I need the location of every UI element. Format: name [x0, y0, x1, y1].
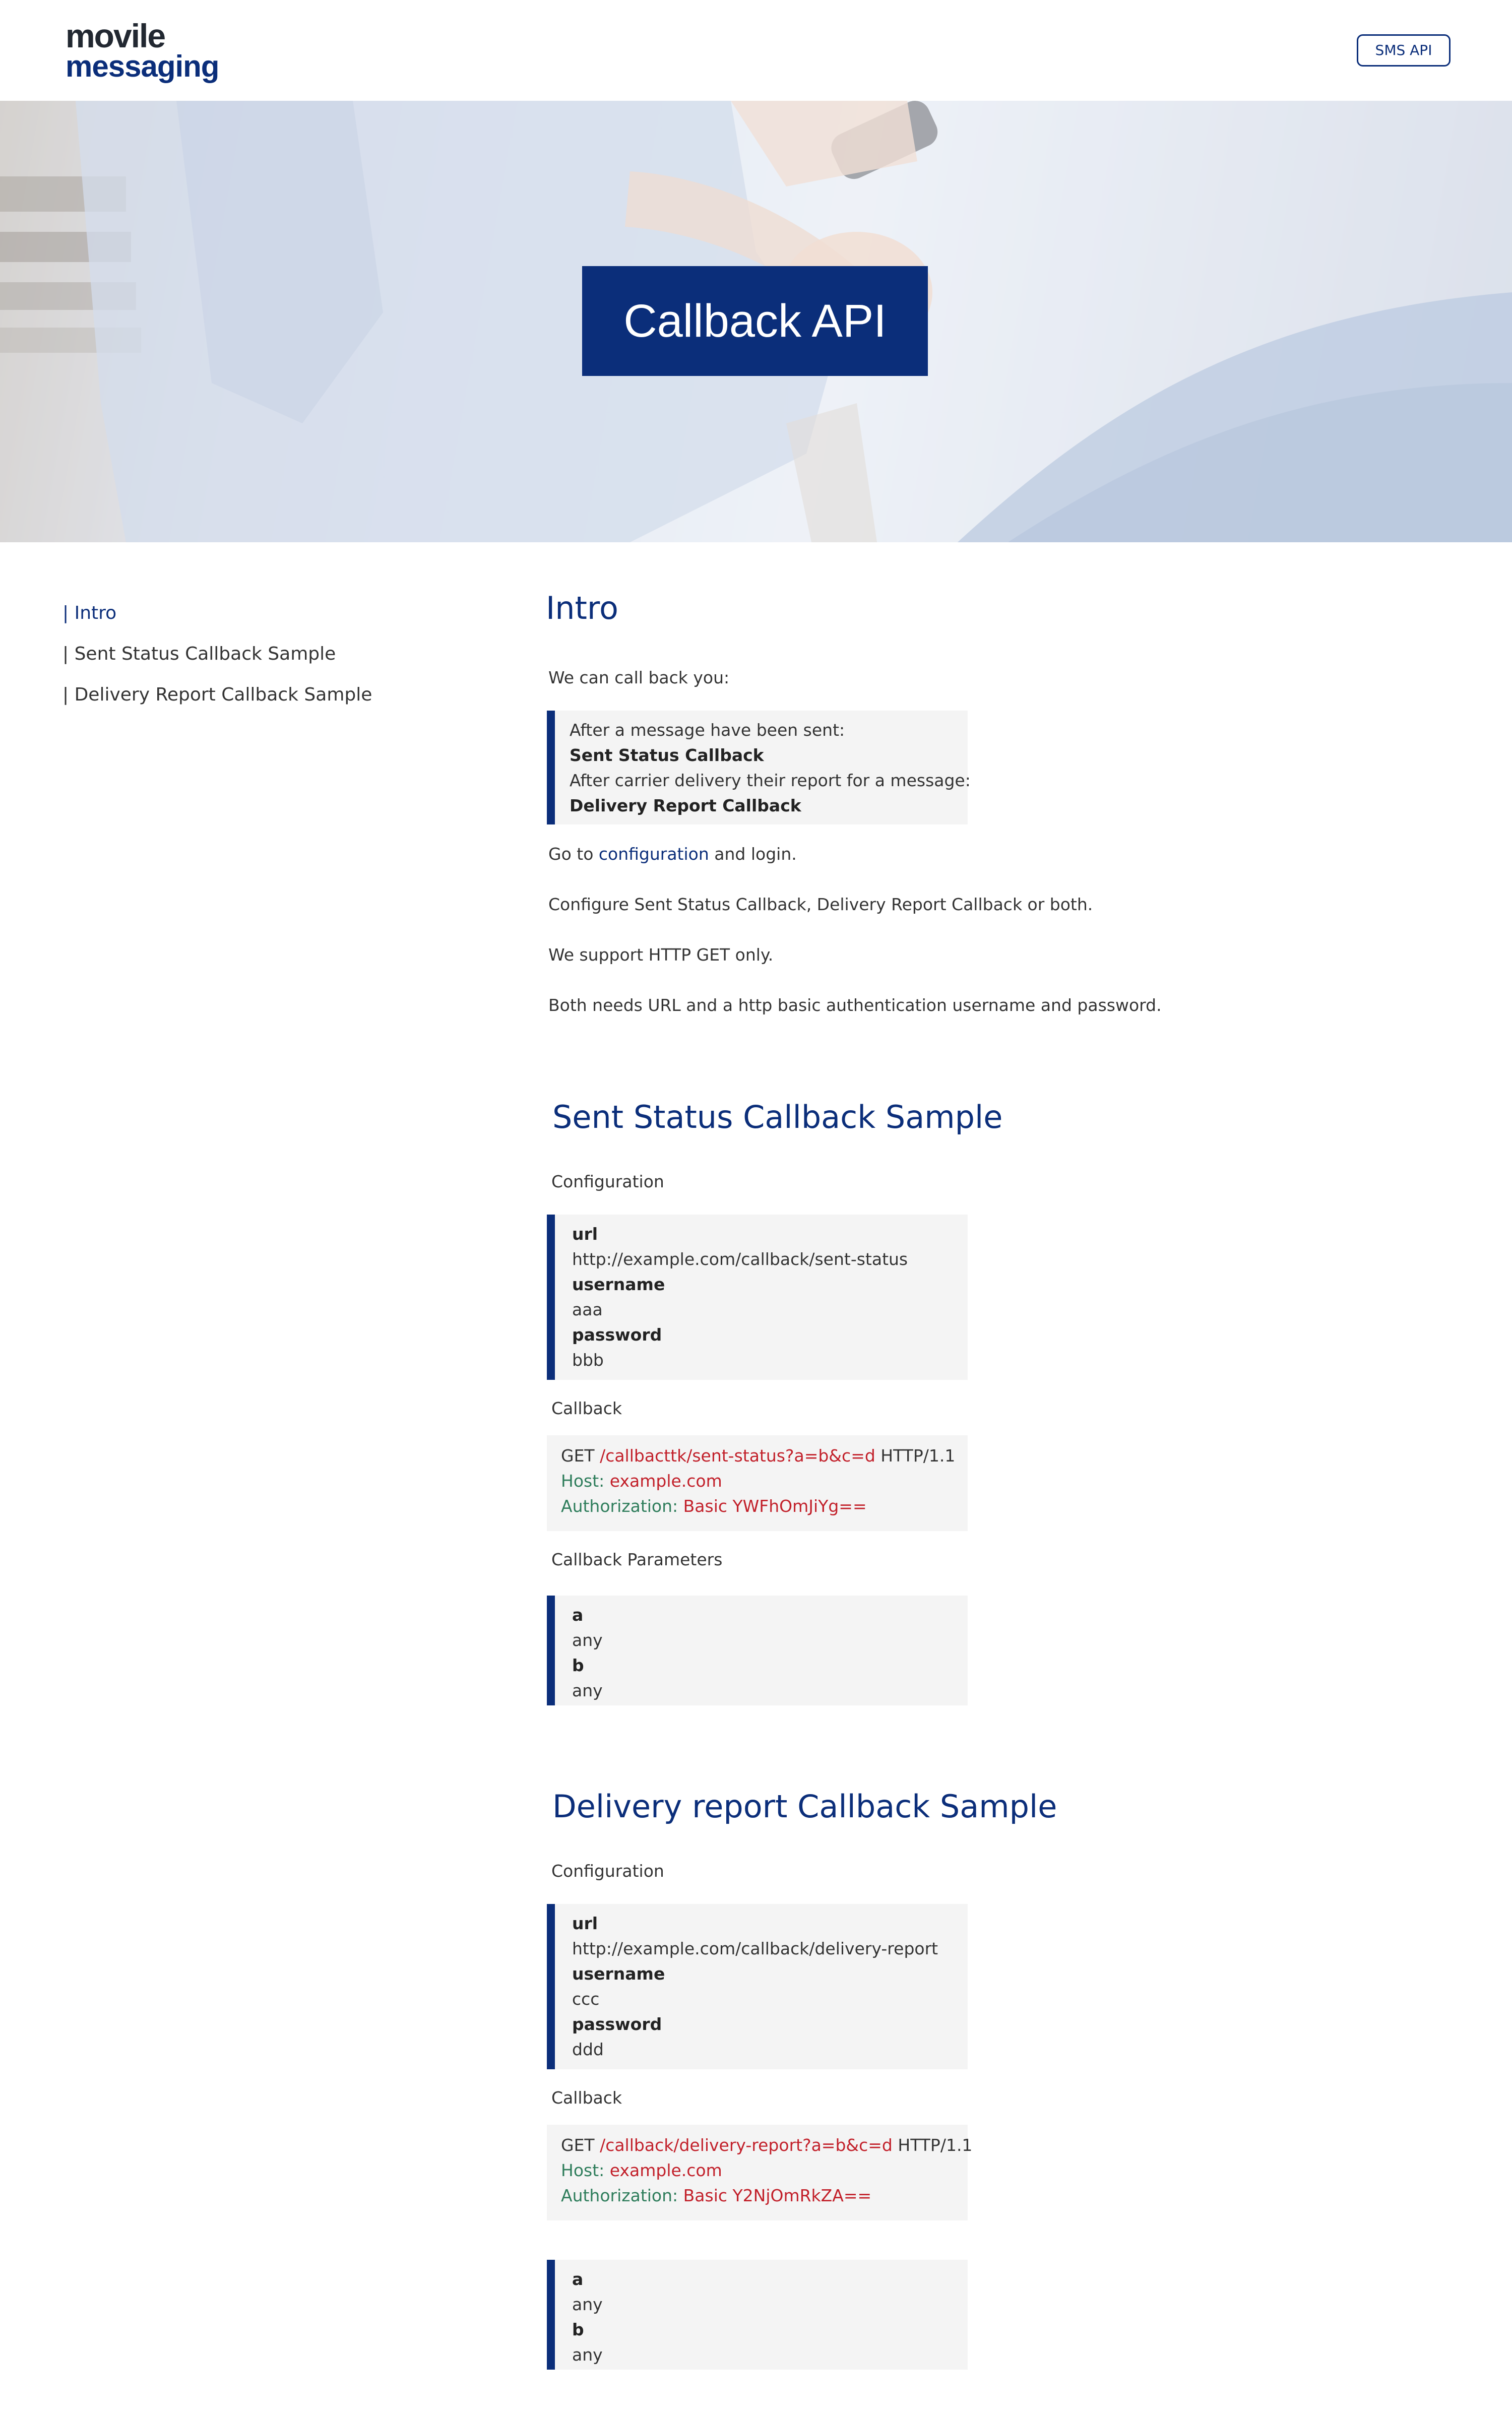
delivery-report-config-box: url http://example.com/callback/delivery… [547, 1904, 968, 2069]
sidebar-item-intro[interactable]: | Intro [62, 593, 372, 633]
config-value: bbb [572, 1350, 604, 1370]
request-line: GET /callback/delivery-report?a=b&c=d HT… [561, 2133, 972, 2158]
logo-wordmark-bottom: messaging [66, 49, 219, 83]
param-key: b [572, 2320, 584, 2339]
configuration-link[interactable]: configuration [599, 844, 709, 864]
sent-status-config-box: url http://example.com/callback/sent-sta… [547, 1215, 968, 1380]
goto-suffix: and login. [709, 844, 797, 864]
request-path: /callback/delivery-report?a=b&c=d [600, 2135, 893, 2155]
goto-configuration-text: Go to configuration and login. [548, 844, 797, 865]
config-key: url [572, 1224, 598, 1244]
header-value: example.com [609, 2160, 722, 2180]
config-key: username [572, 1275, 665, 1294]
intro-lead: We can call back you: [548, 668, 730, 687]
delivery-report-params-box: a any b any [547, 2260, 968, 2370]
request-path: /callbacttk/sent-status?a=b&c=d [600, 1446, 875, 1466]
auth-text: Both needs URL and a http basic authenti… [548, 995, 1162, 1015]
support-text: We support HTTP GET only. [548, 945, 774, 965]
header-key: Authorization [561, 1496, 673, 1516]
callout-line: After carrier delivery their report for … [570, 771, 971, 790]
auth-header-line: Authorization: Basic Y2NjOmRkZA== [561, 2186, 872, 2205]
configure-text: Configure Sent Status Callback, Delivery… [548, 895, 1093, 914]
config-key: url [572, 1914, 598, 1933]
config-value: http://example.com/callback/delivery-rep… [572, 1939, 938, 1958]
callout-delivery-report: Delivery Report Callback [570, 796, 801, 815]
http-protocol: HTTP/1.1 [875, 1446, 956, 1466]
auth-header-line: Authorization: Basic YWFhOmJiYg== [561, 1496, 867, 1516]
delivery-report-heading: Delivery report Callback Sample [552, 1788, 1057, 1825]
param-value: any [572, 2345, 603, 2365]
host-header-line: Host: example.com [561, 2160, 722, 2180]
config-key: password [572, 1325, 662, 1345]
sidebar-item-delivery-report[interactable]: | Delivery Report Callback Sample [62, 674, 372, 715]
param-value: any [572, 1681, 603, 1700]
site-header: movile messaging SMS API [0, 0, 1512, 101]
intro-heading: Intro [546, 590, 618, 626]
header-key: Host [561, 1471, 599, 1491]
param-key: b [572, 1656, 584, 1675]
sidebar-nav: | Intro | Sent Status Callback Sample | … [62, 593, 372, 715]
param-key: a [572, 2269, 584, 2289]
sidebar-item-sent-status[interactable]: | Sent Status Callback Sample [62, 633, 372, 674]
logo-wordmark-top: movile [66, 17, 166, 54]
page-title: Callback API [582, 266, 928, 376]
delivery-report-callback-label: Callback [551, 2088, 622, 2108]
header-value: Basic Y2NjOmRkZA== [683, 2186, 872, 2205]
param-value: any [572, 1630, 603, 1650]
param-value: any [572, 2295, 603, 2314]
header-key: Authorization [561, 2186, 673, 2205]
config-value: ccc [572, 1989, 600, 2009]
callout-line: After a message have been sent: [570, 720, 845, 740]
intro-callout: After a message have been sent: Sent Sta… [547, 711, 971, 824]
http-method: GET [561, 2135, 600, 2155]
header-value: Basic YWFhOmJiYg== [683, 1496, 867, 1516]
config-value: ddd [572, 2040, 604, 2059]
config-key: username [572, 1964, 665, 1984]
sent-status-params-box: a any b any [547, 1596, 968, 1705]
sent-status-config-label: Configuration [551, 1172, 664, 1191]
sent-status-request-code: GET /callbacttk/sent-status?a=b&c=d HTTP… [547, 1435, 968, 1531]
sent-status-callback-label: Callback [551, 1398, 622, 1418]
goto-prefix: Go to [548, 844, 599, 864]
host-header-line: Host: example.com [561, 1471, 722, 1491]
delivery-report-request-code: GET /callback/delivery-report?a=b&c=d HT… [547, 2125, 972, 2220]
param-key: a [572, 1605, 584, 1625]
header-value: example.com [609, 1471, 722, 1491]
sent-status-params-label: Callback Parameters [551, 1550, 723, 1569]
callout-sent-status: Sent Status Callback [570, 745, 764, 765]
sms-api-button[interactable]: SMS API [1357, 34, 1451, 67]
hero-banner: Callback API [0, 101, 1512, 542]
delivery-report-config-label: Configuration [551, 1861, 664, 1881]
config-value: aaa [572, 1300, 603, 1319]
sent-status-heading: Sent Status Callback Sample [552, 1099, 1003, 1135]
request-line: GET /callbacttk/sent-status?a=b&c=d HTTP… [561, 1443, 968, 1469]
http-method: GET [561, 1446, 600, 1466]
http-protocol: HTTP/1.1 [892, 2135, 973, 2155]
movile-messaging-logo[interactable]: movile messaging [66, 19, 219, 82]
config-value: http://example.com/callback/sent-status [572, 1249, 908, 1269]
header-key: Host [561, 2160, 599, 2180]
config-key: password [572, 2014, 662, 2034]
